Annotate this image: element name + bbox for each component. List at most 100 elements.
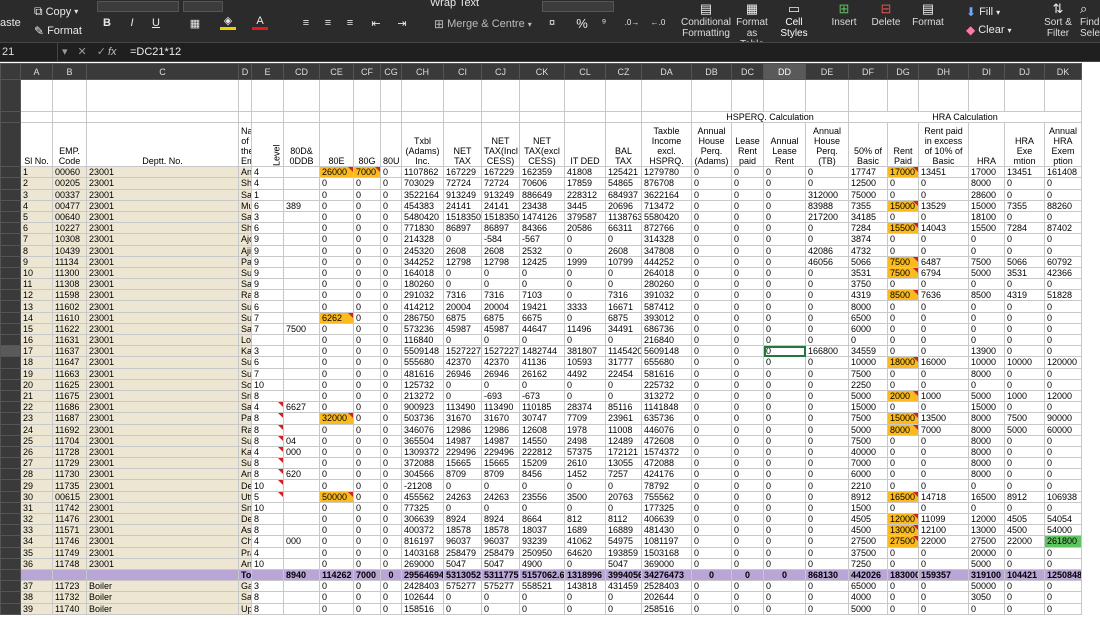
cell[interactable]: 0: [1004, 591, 1045, 604]
employee-name-cell[interactable]: Shankar Prasad Kurmy: [238, 222, 252, 235]
cell[interactable]: 0: [763, 434, 806, 447]
cell[interactable]: 41136: [519, 356, 565, 369]
cell[interactable]: 46056: [805, 255, 849, 268]
cell[interactable]: 0: [691, 423, 732, 436]
employee-name-cell[interactable]: Kailash Kumar Agrawal: [238, 345, 252, 358]
cell[interactable]: 1145420: [605, 345, 642, 358]
cell[interactable]: 0: [319, 401, 354, 414]
cell[interactable]: 0: [319, 423, 354, 436]
cell[interactable]: 15665: [443, 457, 482, 470]
cell[interactable]: 0: [564, 479, 606, 492]
cell[interactable]: 50000: [968, 580, 1005, 593]
cell[interactable]: 96037: [443, 535, 482, 548]
cell[interactable]: 22000: [918, 535, 969, 548]
header-cell[interactable]: Level: [251, 122, 284, 167]
cell[interactable]: 0: [918, 445, 969, 459]
cell[interactable]: 0: [380, 401, 402, 414]
cell[interactable]: 25: [20, 434, 53, 447]
cell[interactable]: 0: [1004, 188, 1045, 201]
cell[interactable]: 0: [968, 501, 1005, 515]
cell[interactable]: 0: [353, 222, 381, 235]
cell[interactable]: 0: [380, 199, 402, 212]
cell[interactable]: 7103: [519, 289, 565, 302]
cell[interactable]: 0: [380, 378, 402, 391]
cell[interactable]: 0: [564, 501, 606, 515]
cell[interactable]: 0: [763, 378, 806, 391]
cell[interactable]: 0: [691, 222, 732, 235]
header-cell[interactable]: EMP. Code: [52, 122, 87, 168]
cell[interactable]: 14987: [481, 434, 520, 447]
cell[interactable]: 286750: [401, 311, 444, 324]
cell[interactable]: 8664: [519, 512, 565, 526]
cell[interactable]: 0: [887, 591, 919, 604]
cell[interactable]: 0: [691, 367, 732, 380]
cell[interactable]: 0: [353, 278, 381, 291]
cell[interactable]: 0: [380, 255, 402, 268]
cell[interactable]: -21208: [401, 479, 444, 492]
employee-name-cell[interactable]: Palash Mukerjee: [238, 412, 252, 425]
cell[interactable]: 0: [918, 434, 969, 447]
cell[interactable]: 258479: [481, 546, 520, 559]
cell[interactable]: 1474126: [519, 210, 565, 224]
cell[interactable]: 19421: [519, 300, 565, 313]
cell[interactable]: 0: [691, 434, 732, 447]
cell[interactable]: 0: [763, 445, 806, 459]
cell[interactable]: 10: [251, 557, 284, 570]
cell[interactable]: 5: [251, 490, 284, 503]
cell[interactable]: 0: [1004, 210, 1045, 224]
cell[interactable]: 0: [763, 512, 806, 526]
row-header[interactable]: [0, 479, 21, 492]
cell[interactable]: 17000: [968, 166, 1005, 179]
cell[interactable]: 0: [968, 244, 1005, 257]
cell[interactable]: 3531: [1004, 266, 1045, 280]
total-value[interactable]: 0: [691, 568, 732, 582]
cell[interactable]: 0: [763, 457, 806, 470]
cell[interactable]: 5047: [605, 557, 642, 570]
cell[interactable]: 19: [20, 367, 53, 380]
cell[interactable]: [564, 79, 606, 112]
cell[interactable]: 280260: [641, 278, 692, 291]
cell[interactable]: 88260: [1044, 199, 1082, 212]
cell[interactable]: 26162: [519, 367, 565, 380]
cell[interactable]: 575277: [481, 580, 520, 593]
cell[interactable]: 0: [918, 311, 969, 324]
row-header[interactable]: [0, 278, 21, 291]
cell[interactable]: 0: [319, 557, 354, 570]
cell[interactable]: 12500: [848, 177, 888, 190]
cell[interactable]: 23001: [86, 546, 239, 559]
cell[interactable]: 0: [918, 278, 969, 291]
cell[interactable]: 8: [251, 434, 284, 447]
cell[interactable]: 0: [353, 389, 381, 403]
cell[interactable]: 0: [380, 445, 402, 459]
cell[interactable]: 0: [1044, 311, 1082, 324]
cell[interactable]: 0: [319, 512, 354, 526]
cell[interactable]: 0: [731, 479, 764, 492]
cell[interactable]: 0: [691, 244, 732, 257]
cell[interactable]: 0: [805, 166, 849, 179]
cell[interactable]: 30747: [519, 412, 565, 425]
cell[interactable]: 3445: [564, 199, 606, 212]
cell[interactable]: 472088: [641, 457, 692, 470]
cell[interactable]: 20: [20, 378, 53, 391]
cell[interactable]: 15000: [887, 199, 919, 212]
cell[interactable]: 00205: [52, 177, 87, 190]
row-header[interactable]: [0, 412, 21, 425]
employee-name-cell[interactable]: Mukunda Chandra Mohanta: [238, 199, 252, 212]
cell[interactable]: [401, 79, 444, 112]
cell[interactable]: 0: [805, 524, 849, 537]
cell[interactable]: 11663: [52, 367, 87, 380]
cell[interactable]: 4500: [848, 524, 888, 537]
cell[interactable]: [283, 289, 320, 302]
cell[interactable]: 0: [353, 423, 381, 436]
cell[interactable]: 72724: [443, 177, 482, 190]
cell[interactable]: 8924: [443, 512, 482, 526]
total-value[interactable]: 319100: [968, 568, 1005, 582]
cell[interactable]: 23: [20, 412, 53, 425]
cell[interactable]: 2528403: [641, 580, 692, 593]
cell[interactable]: 0: [731, 591, 764, 604]
cell[interactable]: 379587: [564, 210, 606, 224]
cell[interactable]: 0: [805, 512, 849, 526]
cell[interactable]: 0: [1004, 311, 1045, 324]
cell[interactable]: 0: [1044, 546, 1082, 559]
cell[interactable]: [380, 110, 402, 124]
